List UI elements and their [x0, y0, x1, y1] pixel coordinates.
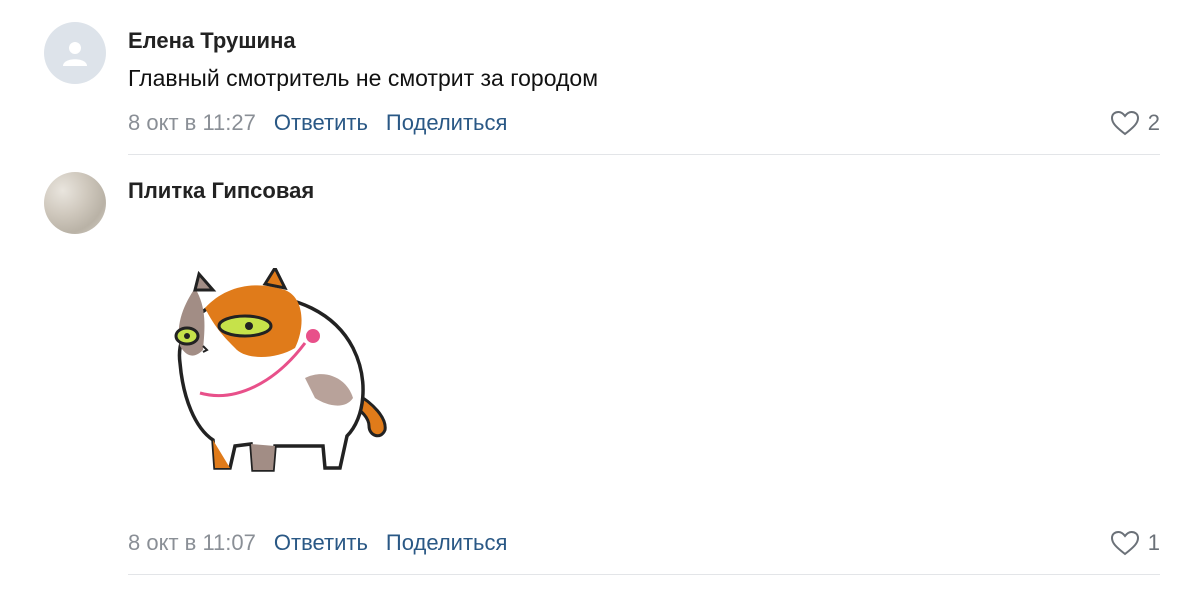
heart-icon: [1110, 530, 1139, 556]
comment-date[interactable]: 8 окт в 11:07: [128, 530, 256, 556]
comment-meta: 8 окт в 11:07 Ответить Поделиться: [128, 530, 507, 556]
comment-author[interactable]: Плитка Гипсовая: [128, 178, 314, 204]
avatar[interactable]: [44, 172, 106, 234]
cat-sticker: [174, 268, 387, 472]
comment-divider: [128, 574, 1160, 575]
like-count: 1: [1147, 530, 1160, 555]
like-button[interactable]: 1: [1110, 530, 1160, 556]
comment: Плитка Гипсовая 8 окт в 11:07 Ответить П…: [0, 0, 1200, 591]
reply-link[interactable]: Ответить: [274, 530, 368, 556]
share-link[interactable]: Поделиться: [386, 530, 507, 556]
